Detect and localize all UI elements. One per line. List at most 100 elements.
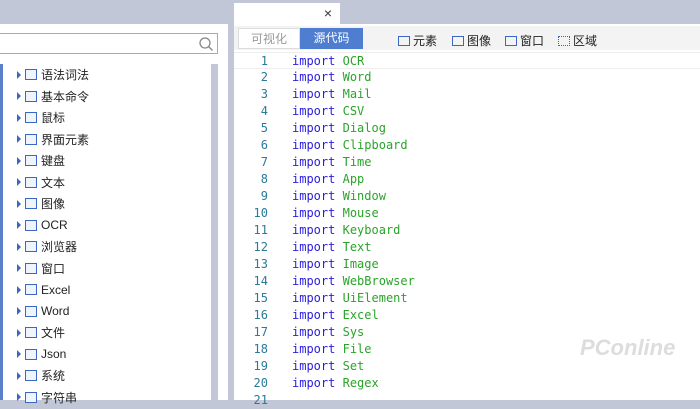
line-number: 6 (260, 138, 268, 152)
line-number: 9 (260, 189, 268, 203)
scrollbar[interactable] (211, 64, 218, 400)
capture-window-button[interactable]: 窗口 (505, 32, 544, 49)
code-line: 6 import Clipboard (234, 137, 700, 154)
capture-element-button[interactable]: 元素 (398, 32, 437, 49)
tree-item-label: 语法词法 (41, 68, 90, 82)
expand-arrow-icon[interactable] (17, 242, 21, 251)
tree-item-label: 键盘 (41, 154, 66, 168)
tree-item-label: Excel (41, 282, 71, 297)
expand-arrow-icon[interactable] (17, 264, 21, 272)
capture-region-button[interactable]: 区域 (558, 32, 597, 49)
code-text: import Excel (292, 308, 379, 322)
tree-item[interactable]: 界面元素 (17, 131, 89, 148)
expand-arrow-icon[interactable] (17, 92, 21, 100)
expand-arrow-icon[interactable] (17, 221, 21, 229)
tree-item[interactable]: 语法词法 (17, 66, 89, 83)
code-line: 12 import Text (234, 239, 700, 256)
tree-item-label: 基本命令 (41, 89, 90, 104)
tab-visual[interactable]: 可视化 (238, 28, 300, 49)
expand-arrow-icon[interactable] (17, 156, 21, 165)
syntax-icon (25, 69, 37, 80)
expand-arrow-icon[interactable] (17, 135, 21, 143)
code-line: 7 import Time (234, 154, 700, 171)
json-icon (25, 348, 37, 360)
expand-arrow-icon[interactable] (17, 307, 21, 315)
line-number: 8 (260, 172, 268, 186)
code-text: import Mouse (292, 206, 379, 220)
line-number: 19 (253, 359, 268, 373)
search-icon[interactable] (198, 36, 214, 52)
tree-item-label: 浏览器 (41, 240, 78, 254)
tab-source[interactable]: 源代码 (300, 28, 363, 49)
string-icon (25, 391, 37, 403)
tree-item[interactable]: Json (17, 346, 66, 363)
code-line: 4 import CSV (234, 103, 700, 120)
region-picker-icon (558, 35, 570, 46)
line-number: 15 (253, 291, 268, 305)
code-line: 2 import Word (234, 69, 700, 86)
code-text: import UiElement (292, 291, 408, 305)
expand-arrow-icon[interactable] (17, 328, 21, 337)
expand-arrow-icon[interactable] (17, 178, 21, 186)
text-icon (25, 176, 37, 188)
tree-item[interactable]: 文件 (17, 324, 65, 341)
line-number: 18 (253, 342, 268, 356)
ocr-icon (25, 219, 37, 231)
code-text: import Set (292, 359, 365, 373)
mouse-icon (25, 112, 37, 123)
tree-item-label: 字符串 (41, 390, 78, 405)
watermark: PConline (580, 335, 676, 360)
tree-item[interactable]: Word (17, 303, 69, 320)
close-icon[interactable]: × (324, 5, 332, 21)
tree-item[interactable]: 鼠标 (17, 109, 65, 126)
tree-item[interactable]: Excel (17, 281, 70, 298)
code-line: 16 import Excel (234, 307, 700, 324)
system-icon (25, 370, 37, 381)
editor-tab[interactable]: × (234, 3, 340, 24)
tree-item[interactable]: 文本 (17, 174, 65, 191)
line-number: 13 (253, 257, 268, 271)
tree-item-label: 界面元素 (41, 132, 90, 147)
code-line: 14 import WebBrowser (234, 273, 700, 290)
code-line: 11 import Keyboard (234, 222, 700, 239)
code-line: 10 import Mouse (234, 205, 700, 222)
tree-item-label: 图像 (41, 197, 66, 211)
line-number: 16 (253, 308, 268, 322)
line-number: 2 (260, 70, 268, 84)
keyboard-icon (25, 155, 37, 166)
tree-item[interactable]: 浏览器 (17, 238, 77, 255)
tree-item[interactable]: 图像 (17, 195, 65, 212)
tree-item-label: 窗口 (41, 261, 66, 276)
expand-arrow-icon[interactable] (17, 199, 21, 208)
code-text: import Text (292, 240, 372, 254)
expand-arrow-icon[interactable] (17, 70, 21, 79)
code-text: import WebBrowser (292, 274, 415, 288)
code-text: import Image (292, 257, 379, 271)
line-number: 14 (253, 274, 268, 288)
line-number: 21 (253, 393, 268, 407)
expand-arrow-icon[interactable] (17, 285, 21, 294)
label: 区域 (573, 34, 598, 48)
tree-item[interactable]: 基本命令 (17, 88, 89, 105)
code-text: import Window (292, 189, 386, 203)
command-panel: 语法词法基本命令鼠标界面元素键盘文本图像 OCR 浏览器窗口 Excel Word 文件 J… (0, 24, 228, 405)
ui-element-icon (25, 133, 37, 145)
code-line: 20 import Regex (234, 375, 700, 392)
tree-item[interactable]: OCR (17, 217, 68, 234)
tree-item-label: 文本 (41, 175, 66, 190)
expand-arrow-icon[interactable] (17, 350, 21, 358)
code-line: 5 import Dialog (234, 120, 700, 137)
tree-item[interactable]: 键盘 (17, 152, 65, 169)
search-input[interactable] (0, 33, 218, 54)
expand-arrow-icon[interactable] (17, 113, 21, 122)
expand-arrow-icon[interactable] (17, 371, 21, 380)
code-line: 1 import OCR (234, 52, 700, 69)
tree-item[interactable]: 系统 (17, 367, 65, 384)
tree-item[interactable]: 字符串 (17, 389, 77, 406)
line-number: 4 (260, 104, 268, 118)
tree-item[interactable]: 窗口 (17, 260, 65, 277)
code-text: import Time (292, 155, 372, 169)
capture-image-button[interactable]: 图像 (452, 32, 491, 49)
code-text: import Mail (292, 87, 372, 101)
code-text: import Word (292, 70, 372, 84)
